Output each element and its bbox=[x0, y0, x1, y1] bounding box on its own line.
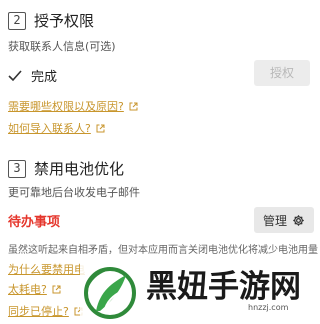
gear-icon bbox=[293, 214, 304, 226]
battery-explanation-text: 虽然这听起来自相矛盾，但对本应用而言关闭电池优化将减少电池用量 bbox=[8, 245, 318, 256]
link-why-disable-label: 为什么要禁用电 bbox=[8, 263, 85, 276]
section-title: 授予权限 bbox=[34, 12, 95, 30]
step-number-2: 2 bbox=[8, 11, 26, 30]
watermark-text: 黑妞手游网 bbox=[146, 269, 301, 305]
section-description: 更可靠地后台收发电子邮件 bbox=[8, 186, 140, 199]
link-sync-stopped[interactable]: 同步已停止? bbox=[8, 303, 83, 319]
link-which-permissions-label: 需要哪些权限以及原因? bbox=[8, 100, 124, 113]
link-which-permissions[interactable]: 需要哪些权限以及原因? bbox=[8, 98, 138, 114]
watermark-url: hnzzj.com bbox=[248, 303, 289, 312]
link-battery-drain-label: 太耗电? bbox=[8, 283, 47, 296]
section-battery-optimization-header: 3 禁用电池优化 bbox=[8, 158, 124, 179]
link-import-contacts-label: 如何导入联系人? bbox=[8, 122, 91, 135]
site-watermark: 黑妞手游网 hnzzj.com bbox=[80, 255, 320, 324]
link-battery-drain[interactable]: 太耗电? bbox=[8, 281, 61, 297]
external-link-icon bbox=[96, 124, 105, 132]
external-link-icon bbox=[129, 102, 138, 110]
section-description: 获取联系人信息(可选) bbox=[8, 40, 116, 53]
external-link-icon bbox=[52, 285, 61, 293]
check-icon bbox=[8, 69, 22, 81]
manage-button[interactable]: 管理 bbox=[254, 207, 314, 233]
section-grant-permissions-header: 2 授予权限 bbox=[8, 10, 94, 31]
watermark-logo-icon bbox=[84, 267, 136, 319]
status-done-label: 完成 bbox=[31, 70, 58, 85]
permission-status: 完成 bbox=[8, 66, 57, 85]
manage-button-label: 管理 bbox=[262, 213, 287, 228]
link-why-disable-battery[interactable]: 为什么要禁用电 bbox=[8, 261, 85, 277]
todo-label: 待办事项 bbox=[8, 215, 61, 230]
grant-permission-button[interactable]: 授权 bbox=[254, 60, 310, 86]
link-sync-stopped-label: 同步已停止? bbox=[8, 305, 69, 318]
link-import-contacts[interactable]: 如何导入联系人? bbox=[8, 120, 105, 136]
step-number-3: 3 bbox=[8, 159, 26, 178]
section-title: 禁用电池优化 bbox=[34, 160, 125, 178]
